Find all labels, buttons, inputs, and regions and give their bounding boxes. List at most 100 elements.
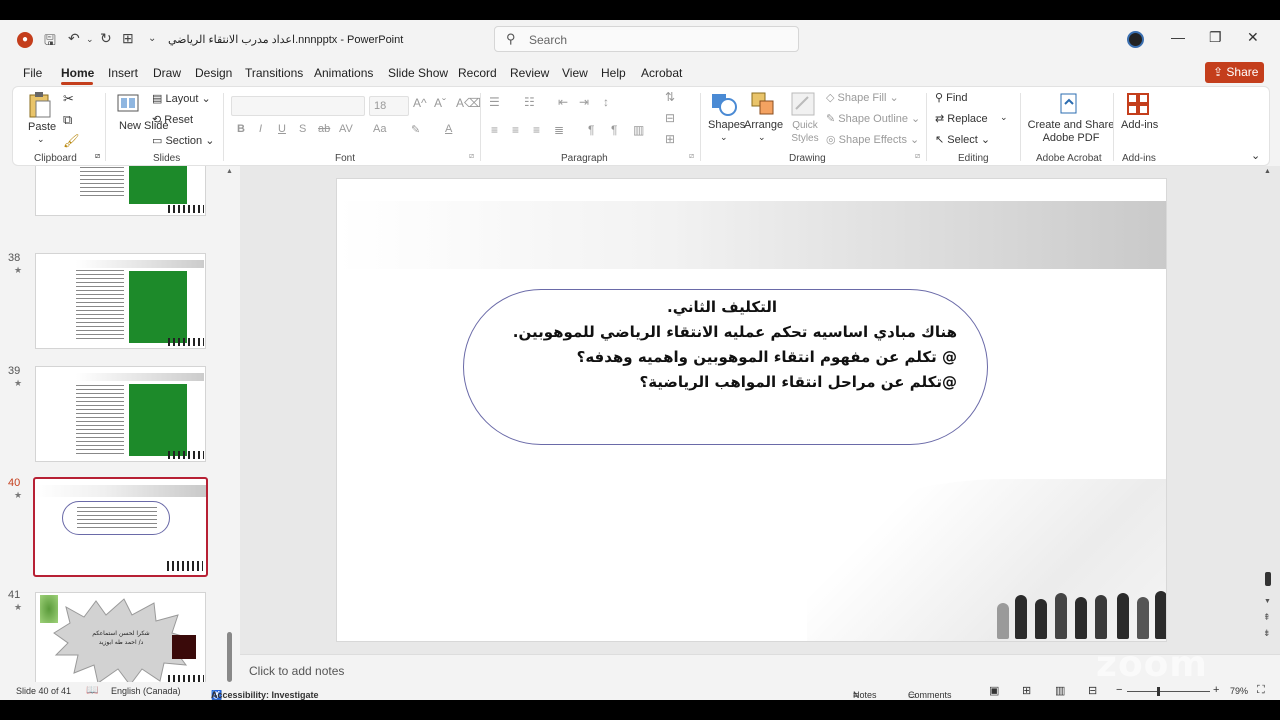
font-color-icon[interactable]: A	[445, 123, 452, 135]
shape-outline-button[interactable]: ✎ Shape Outline ⌄	[826, 112, 920, 125]
reading-view-icon[interactable]: ▥	[1055, 684, 1065, 697]
tab-animations[interactable]: Animations	[314, 66, 373, 80]
align-right-icon[interactable]: ≡	[533, 123, 540, 137]
shape-effects-button[interactable]: ◎ Shape Effects ⌄	[826, 133, 919, 146]
paste-label[interactable]: Paste	[28, 121, 56, 133]
tab-record[interactable]: Record	[458, 66, 497, 80]
columns-icon[interactable]: ▥	[633, 123, 644, 137]
rtl-icon[interactable]: ¶	[588, 123, 594, 137]
fit-to-window-icon[interactable]: ⛶	[1257, 684, 1265, 697]
redo-icon[interactable]: ↻	[100, 30, 112, 47]
spell-check-icon[interactable]: 📖	[86, 685, 98, 696]
slide-body-line-2[interactable]: @ تكلم عن مفهوم انتقاء الموهوبين واهميه …	[577, 348, 957, 366]
increase-indent-icon[interactable]: ⇥	[579, 95, 589, 109]
slide-thumbnail-37[interactable]	[35, 166, 206, 216]
format-painter-icon[interactable]: 🖌	[63, 133, 80, 149]
restore-icon[interactable]: ❐	[1209, 29, 1222, 46]
slide-body-line-1[interactable]: هناك مبادي اساسيه تحكم عمليه الانتقاء ال…	[513, 323, 957, 341]
tab-design[interactable]: Design	[195, 66, 232, 80]
new-slide-icon[interactable]	[116, 92, 142, 116]
smartart-icon[interactable]: ⊞	[665, 132, 675, 146]
tab-review[interactable]: Review	[510, 66, 549, 80]
slide-title[interactable]: التكليف الثاني.	[667, 298, 777, 316]
strikethrough-icon[interactable]: ab	[318, 123, 330, 135]
arrange-icon[interactable]	[750, 91, 776, 117]
shapes-label[interactable]: Shapes	[708, 119, 745, 131]
italic-icon[interactable]: I	[259, 123, 262, 135]
autosave-icon[interactable]: ●	[17, 32, 33, 48]
collapse-ribbon-icon[interactable]: ⌄	[1251, 149, 1260, 162]
align-left-icon[interactable]: ≡	[491, 123, 498, 137]
close-icon[interactable]: ✕	[1247, 29, 1259, 46]
shadow-icon[interactable]: S	[299, 123, 306, 135]
font-launcher-icon[interactable]: ⧄	[469, 151, 474, 161]
arrange-dropdown-icon[interactable]: ⌄	[758, 132, 766, 143]
paste-icon[interactable]	[27, 91, 53, 119]
undo-dropdown-icon[interactable]: ⌄	[86, 34, 94, 45]
layout-button[interactable]: ▤ Layout ⌄	[152, 92, 211, 105]
share-button[interactable]: ⇪ Share	[1205, 62, 1264, 83]
slide-thumbnail-40[interactable]	[33, 477, 208, 577]
replace-button[interactable]: ⇄ Replace	[935, 112, 988, 125]
tab-slide-show[interactable]: Slide Show	[388, 66, 448, 80]
zoom-in-icon[interactable]: +	[1213, 684, 1219, 696]
paste-dropdown-icon[interactable]: ⌄	[37, 134, 45, 145]
avatar[interactable]	[1127, 31, 1144, 48]
normal-view-icon[interactable]: ▣	[989, 684, 999, 697]
grow-font-icon[interactable]: A^	[413, 96, 427, 110]
language-status[interactable]: English (Canada)	[111, 686, 181, 696]
tab-insert[interactable]: Insert	[108, 66, 138, 80]
scroll-up-icon[interactable]: ▲	[1264, 168, 1271, 175]
clear-formatting-icon[interactable]: A⌫	[456, 96, 481, 110]
add-ins-icon[interactable]	[1126, 92, 1150, 116]
slide-thumbnail-38[interactable]	[35, 253, 206, 349]
copy-icon[interactable]: ⧉	[63, 112, 72, 128]
slide-body-line-3[interactable]: @تكلم عن مراحل انتقاء المواهب الرياضية؟	[640, 373, 958, 391]
character-spacing-icon[interactable]: AV	[339, 123, 353, 135]
search-box[interactable]: ⚲ Search	[494, 26, 799, 52]
underline-icon[interactable]: U	[278, 123, 286, 135]
reset-button[interactable]: ⟲ Reset	[152, 113, 193, 126]
bullets-icon[interactable]: ☰	[489, 95, 500, 109]
numbering-icon[interactable]: ☷	[524, 95, 535, 109]
zoom-slider-track[interactable]	[1127, 691, 1210, 692]
tab-acrobat[interactable]: Acrobat	[641, 66, 682, 80]
tab-transitions[interactable]: Transitions	[245, 66, 303, 80]
cut-icon[interactable]: ✂	[63, 91, 74, 107]
select-button[interactable]: ↖ Select ⌄	[935, 133, 990, 146]
text-box-shape[interactable]: التكليف الثاني. هناك مبادي اساسيه تحكم ع…	[463, 289, 988, 445]
decrease-indent-icon[interactable]: ⇤	[558, 95, 568, 109]
zoom-slider-knob[interactable]	[1157, 687, 1160, 696]
minimize-icon[interactable]: —	[1171, 29, 1185, 45]
scroll-up-icon[interactable]: ▲	[226, 168, 233, 175]
save-icon[interactable]: 🖫	[44, 30, 56, 54]
replace-dropdown-icon[interactable]: ⌄	[1000, 112, 1008, 123]
slide-sorter-icon[interactable]: ⊞	[1022, 684, 1031, 697]
shape-fill-button[interactable]: ◇ Shape Fill ⌄	[826, 91, 899, 104]
find-button[interactable]: ⚲ Find	[935, 91, 968, 104]
scrollbar-thumb[interactable]	[227, 632, 232, 682]
change-case-icon[interactable]: Aa	[373, 123, 386, 135]
text-direction-icon[interactable]: ⇅	[665, 90, 675, 104]
previous-slide-icon[interactable]: ⇞	[1263, 612, 1271, 623]
present-icon[interactable]: ⊞	[122, 30, 134, 47]
shapes-icon[interactable]	[710, 91, 738, 117]
justify-icon[interactable]: ≣	[554, 123, 564, 137]
zoom-level[interactable]: 79%	[1230, 686, 1248, 696]
ltr-icon[interactable]: ¶	[611, 123, 617, 137]
bold-icon[interactable]: B	[237, 123, 245, 135]
shrink-font-icon[interactable]: Aˇ	[434, 96, 446, 110]
clipboard-launcher-icon[interactable]: ⧄	[95, 151, 100, 161]
section-button[interactable]: ▭ Section ⌄	[152, 134, 214, 147]
slide-thumbnail-41[interactable]: شكرا لحسن استماعكم د/ احمد طه ابوزيد	[35, 592, 206, 686]
thumbnails-scrollbar[interactable]: ▲ ▼	[226, 168, 233, 691]
add-ins-label[interactable]: Add-ins	[1121, 119, 1158, 131]
tab-help[interactable]: Help	[601, 66, 626, 80]
slide-show-icon[interactable]: ⊟	[1088, 684, 1097, 697]
arrange-label[interactable]: Arrange	[744, 119, 783, 131]
paragraph-launcher-icon[interactable]: ⧄	[689, 151, 694, 161]
adobe-pdf-icon[interactable]	[1058, 92, 1080, 116]
scroll-down-icon[interactable]: ▼	[1264, 598, 1271, 605]
tab-home[interactable]: Home	[61, 66, 94, 80]
slide-thumbnail-39[interactable]	[35, 366, 206, 462]
